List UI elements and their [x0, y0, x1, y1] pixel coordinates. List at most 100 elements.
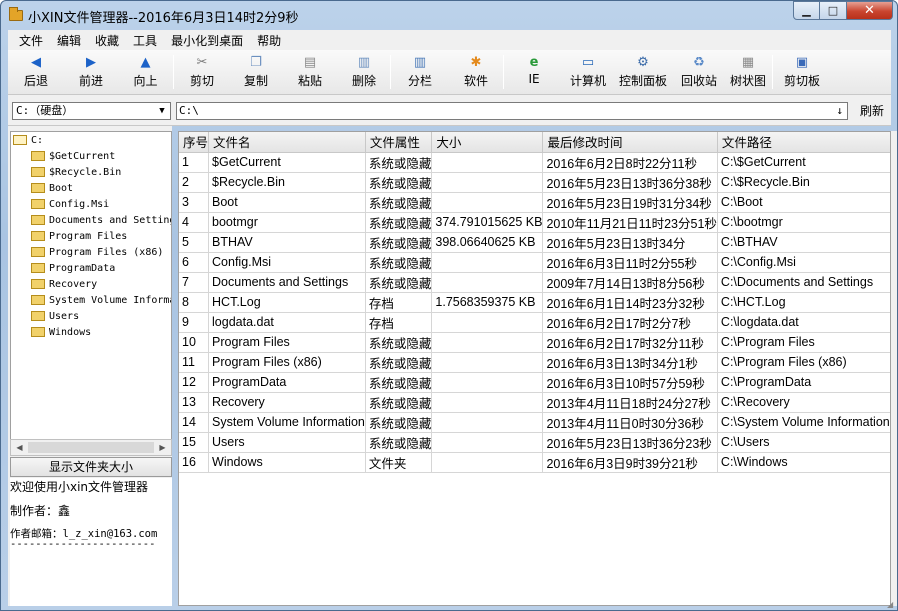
- tree-item[interactable]: $GetCurrent: [11, 148, 171, 164]
- split-pane-button[interactable]: ▥ 分栏: [391, 50, 449, 95]
- menu-favorites[interactable]: 收藏: [88, 32, 126, 49]
- table-cell: $Recycle.Bin: [208, 172, 366, 193]
- table-cell: 2016年5月23日13时36分23秒: [542, 432, 718, 453]
- dashed-divider: -----------------------: [10, 538, 156, 550]
- table-row[interactable]: 6 Config.Msi 系统或隐藏 2016年6月3日11时2分55秒 C:\Conf…: [179, 252, 890, 273]
- table-row[interactable]: 2 $Recycle.Bin 系统或隐藏 2016年5月23日13时36分38秒 C:\…: [179, 172, 890, 193]
- folder-icon: [31, 311, 45, 321]
- table-row[interactable]: 9 logdata.dat 存档 2016年6月2日17时2分7秒 C:\logdata…: [179, 312, 890, 333]
- table-cell: C:\bootmgr: [717, 212, 890, 233]
- table-row[interactable]: 5 BTHAV 系统或隐藏 398.06640625 KB 2016年5月23日13时3…: [179, 232, 890, 253]
- delete-button[interactable]: ▥ 删除: [338, 50, 390, 95]
- computer-button[interactable]: ▭ 计算机: [564, 50, 612, 95]
- tree-horizontal-scrollbar[interactable]: ◀ ▶: [10, 439, 172, 456]
- minimize-button[interactable]: ▁: [793, 1, 820, 20]
- menu-file[interactable]: 文件: [12, 32, 50, 49]
- table-row[interactable]: 14 System Volume Information 系统或隐藏 2013年4月1…: [179, 412, 890, 433]
- table-cell: System Volume Information: [208, 412, 366, 433]
- ie-button[interactable]: e IE: [504, 50, 564, 95]
- tree-item[interactable]: System Volume Information: [11, 292, 171, 308]
- tree-item[interactable]: Config.Msi: [11, 196, 171, 212]
- forward-button[interactable]: ▶ 前进: [64, 50, 118, 95]
- arrow-left-icon: ◀: [31, 55, 41, 70]
- clipboard-button[interactable]: ▣ 剪切板: [773, 50, 831, 95]
- resize-grip-icon[interactable]: ◢: [887, 600, 897, 610]
- tree-view-button[interactable]: ▦ 树状图: [724, 50, 772, 95]
- tree-item[interactable]: Program Files (x86): [11, 244, 171, 260]
- control-panel-icon: ⚙: [637, 55, 649, 70]
- table-cell: 2016年6月2日17时32分11秒: [542, 332, 718, 353]
- menu-help[interactable]: 帮助: [250, 32, 288, 49]
- tree-item[interactable]: Program Files: [11, 228, 171, 244]
- maximize-button[interactable]: □: [820, 1, 847, 20]
- table-cell: 系统或隐藏: [365, 372, 433, 393]
- drive-select[interactable]: C:（硬盘） ▼: [12, 102, 171, 120]
- tree-item[interactable]: Windows: [11, 324, 171, 340]
- close-button[interactable]: ✕: [847, 1, 893, 20]
- menu-edit[interactable]: 编辑: [50, 32, 88, 49]
- back-button[interactable]: ◀ 后退: [8, 50, 64, 95]
- tree-root[interactable]: C:: [11, 132, 171, 148]
- folder-icon: [31, 231, 45, 241]
- table-cell: 2016年6月2日17时2分7秒: [542, 312, 718, 333]
- table-row[interactable]: 7 Documents and Settings 系统或隐藏 2009年7月14日13…: [179, 272, 890, 293]
- window-vertical-scrollbar[interactable]: [891, 131, 897, 606]
- column-header[interactable]: 序号: [179, 132, 210, 153]
- tree-item[interactable]: Users: [11, 308, 171, 324]
- trash-icon: ▥: [357, 55, 371, 70]
- table-row[interactable]: 3 Boot 系统或隐藏 2016年5月23日19时31分34秒 C:\Boot: [179, 192, 890, 213]
- monitor-icon: ▭: [581, 55, 595, 70]
- refresh-button[interactable]: 刷新: [860, 102, 884, 119]
- go-arrow-icon[interactable]: ↓: [836, 103, 843, 119]
- software-button[interactable]: ✱ 软件: [449, 50, 503, 95]
- table-row[interactable]: 15 Users 系统或隐藏 2016年5月23日13时36分23秒 C:\Users: [179, 432, 890, 453]
- folder-icon: [31, 295, 45, 305]
- path-input[interactable]: C:\ ↓: [176, 102, 848, 120]
- copy-button[interactable]: ❐ 复制: [230, 50, 282, 95]
- table-cell: C:\Program Files (x86): [717, 352, 890, 373]
- table-cell: 2016年6月3日10时57分59秒: [542, 372, 718, 393]
- cut-button[interactable]: ✂ 剪切: [174, 50, 230, 95]
- paste-button[interactable]: ▤ 粘贴: [282, 50, 338, 95]
- address-bar: C:（硬盘） ▼ C:\ ↓ 刷新: [8, 95, 891, 126]
- table-row[interactable]: 11 Program Files (x86) 系统或隐藏 2016年6月3日13时34…: [179, 352, 890, 373]
- menu-minimize-to-desktop[interactable]: 最小化到桌面: [164, 32, 250, 49]
- folder-app-icon: [9, 7, 23, 21]
- table-cell: C:\Boot: [717, 192, 890, 213]
- show-folder-size-button[interactable]: 显示文件夹大小: [10, 457, 172, 477]
- folder-tree[interactable]: C: $GetCurrent $Recycle.Bin Boot Config.…: [10, 131, 172, 443]
- tree-item[interactable]: ProgramData: [11, 260, 171, 276]
- column-header[interactable]: 最后修改时间: [542, 132, 718, 153]
- table-row[interactable]: 16 Windows 文件夹 2016年6月3日9时39分21秒 C:\Windows: [179, 452, 890, 473]
- table-cell: 系统或隐藏: [365, 332, 433, 353]
- file-list[interactable]: 序号 文件名 文件属性 大小 最后修改时间 文件路径 1 $GetCurrent 系统或隐藏 2…: [178, 131, 891, 606]
- table-row[interactable]: 13 Recovery 系统或隐藏 2013年4月11日18时24分27秒 C:\Rec…: [179, 392, 890, 413]
- column-header[interactable]: 文件属性: [365, 132, 433, 153]
- column-header[interactable]: 文件路径: [717, 132, 890, 153]
- column-header[interactable]: 文件名: [208, 132, 366, 153]
- tree-item[interactable]: $Recycle.Bin: [11, 164, 171, 180]
- folder-icon: [31, 279, 45, 289]
- recycle-bin-button[interactable]: ♻ 回收站: [674, 50, 724, 95]
- tree-item[interactable]: Boot: [11, 180, 171, 196]
- table-row[interactable]: 8 HCT.Log 存档 1.7568359375 KB 2016年6月1日14时23分…: [179, 292, 890, 313]
- table-cell: 1.7568359375 KB: [431, 292, 544, 313]
- control-panel-button[interactable]: ⚙ 控制面板: [612, 50, 674, 95]
- table-cell: C:\$Recycle.Bin: [717, 172, 890, 193]
- table-row[interactable]: 1 $GetCurrent 系统或隐藏 2016年6月2日8时22分11秒 C:\$Ge…: [179, 152, 890, 173]
- table-cell: 3: [179, 192, 210, 213]
- table-cell: C:\Config.Msi: [717, 252, 890, 273]
- table-row[interactable]: 10 Program Files 系统或隐藏 2016年6月2日17时32分11秒 C:…: [179, 332, 890, 353]
- tree-item[interactable]: Documents and Settings: [11, 212, 171, 228]
- scroll-left-icon[interactable]: ◀: [11, 440, 28, 455]
- scroll-thumb[interactable]: [28, 440, 154, 455]
- up-button[interactable]: ▲ 向上: [118, 50, 173, 95]
- table-row[interactable]: 12 ProgramData 系统或隐藏 2016年6月3日10时57分59秒 C:\P…: [179, 372, 890, 393]
- column-header[interactable]: 大小: [431, 132, 544, 153]
- close-icon: ✕: [864, 3, 875, 18]
- scroll-right-icon[interactable]: ▶: [154, 440, 171, 455]
- table-row[interactable]: 4 bootmgr 系统或隐藏 374.791015625 KB 2010年11月21日…: [179, 212, 890, 233]
- table-cell: [431, 192, 544, 213]
- menu-tools[interactable]: 工具: [126, 32, 164, 49]
- tree-item[interactable]: Recovery: [11, 276, 171, 292]
